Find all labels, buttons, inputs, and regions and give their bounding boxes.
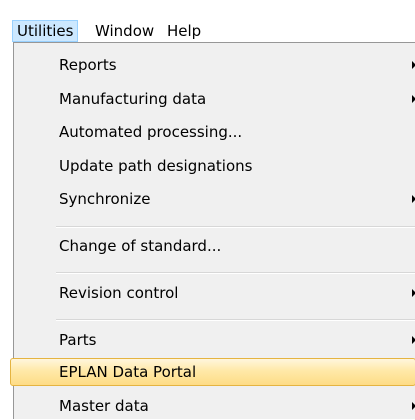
menu-separator — [56, 226, 415, 228]
menu-item-label: Update path designations — [59, 157, 253, 175]
menu-window[interactable]: Window — [90, 20, 159, 42]
menu-item-label: EPLAN Data Portal — [59, 363, 197, 381]
menu-item-update-path-designations[interactable]: Update path designations — [18, 152, 415, 180]
menu-bar: Utilities Window Help — [0, 0, 415, 46]
utilities-dropdown: Reports Manufacturing data Automated pro… — [10, 42, 415, 420]
menu-item-label: Reports — [59, 56, 117, 74]
menu-item-reports[interactable]: Reports — [18, 51, 415, 79]
menu-utilities[interactable]: Utilities — [12, 20, 79, 42]
menu-separator — [56, 319, 415, 321]
menu-item-eplan-data-portal[interactable]: EPLAN Data Portal — [10, 358, 415, 386]
menu-item-master-data[interactable]: Master data — [18, 392, 415, 420]
menu-separator — [56, 272, 415, 274]
menu-item-revision-control[interactable]: Revision control — [18, 279, 415, 307]
menu-item-label: Revision control — [59, 284, 179, 302]
menu-item-label: Parts — [59, 331, 97, 349]
menu-item-label: Synchronize — [59, 190, 151, 208]
menu-item-label: Automated processing... — [59, 123, 243, 141]
menu-item-change-of-standard[interactable]: Change of standard... — [18, 232, 415, 260]
menu-help[interactable]: Help — [162, 20, 206, 42]
menu-item-automated-processing[interactable]: Automated processing... — [18, 118, 415, 146]
menu-item-label: Manufacturing data — [59, 90, 207, 108]
menu-item-parts[interactable]: Parts — [18, 326, 415, 354]
menu-item-label: Master data — [59, 397, 149, 415]
menu-item-synchronize[interactable]: Synchronize — [18, 185, 415, 213]
menu-item-label: Change of standard... — [59, 237, 222, 255]
menu-item-manufacturing-data[interactable]: Manufacturing data — [18, 85, 415, 113]
